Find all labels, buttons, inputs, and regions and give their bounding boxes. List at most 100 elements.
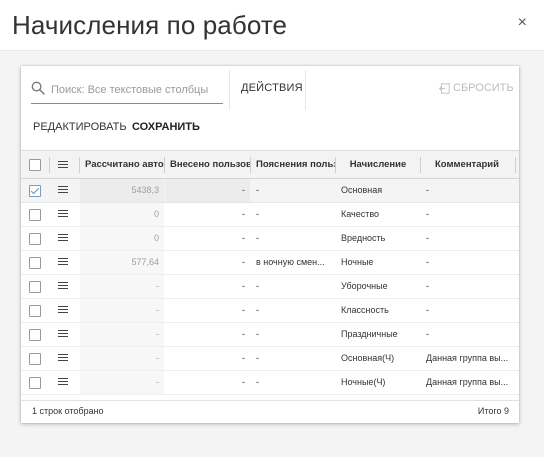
grid-cell-entered[interactable]: - (165, 275, 250, 298)
header-divider (515, 157, 516, 173)
grid-cell-comment[interactable]: - (421, 179, 519, 202)
column-header[interactable]: Пояснения пользо (251, 151, 335, 179)
toolbar-divider (305, 70, 306, 110)
grid-cell-note[interactable]: - (251, 275, 335, 298)
row-menu-icon[interactable] (58, 210, 68, 218)
data-grid: Рассчитано автом Внесено пользова Поясне… (21, 150, 519, 400)
grid-cell-entered[interactable]: - (165, 371, 250, 394)
column-header[interactable]: Начисление (336, 151, 420, 179)
table-row[interactable]: 5438,3- - Основная - (21, 179, 519, 203)
grid-cell-entered[interactable]: - (165, 299, 250, 322)
grid-cell-entered[interactable]: - (165, 227, 250, 250)
grid-cell-calc[interactable]: - (80, 299, 164, 322)
row-menu-icon[interactable] (58, 330, 68, 338)
grid-cell-note[interactable]: - (251, 347, 335, 370)
grid-cell-calc[interactable]: 5438,3 (80, 179, 164, 202)
dialog: Начисления по работе × ДЕЙСТВИЯ СБРОСИТЬ… (0, 0, 544, 457)
total-count: Итого 9 (477, 406, 509, 416)
grid-cell-calc[interactable]: 0 (80, 227, 164, 250)
grid-cell-calc[interactable]: - (80, 347, 164, 370)
column-header[interactable]: Внесено пользова (165, 151, 250, 179)
row-checkbox[interactable] (29, 377, 41, 389)
column-header[interactable]: Рассчитано автом (80, 151, 164, 179)
grid-cell-comment[interactable]: - (421, 203, 519, 226)
table-row[interactable]: - - - Праздничные - (21, 323, 519, 347)
grid-cell-accrual[interactable]: Уборочные (336, 275, 420, 298)
edit-button[interactable]: РЕДАКТИРОВАТЬ (33, 121, 127, 133)
grid-cell-note[interactable]: в ночную смен... (251, 251, 335, 274)
close-icon[interactable]: × (518, 14, 527, 32)
grid-cell-entered[interactable]: - (165, 251, 250, 274)
row-checkbox[interactable] (29, 209, 41, 221)
grid-cell-accrual[interactable]: Праздничные (336, 323, 420, 346)
save-button[interactable]: СОХРАНИТЬ (132, 121, 200, 133)
grid-cell-accrual[interactable]: Классность (336, 299, 420, 322)
row-menu-icon[interactable] (58, 258, 68, 266)
search-box[interactable] (31, 76, 223, 104)
grid-cell-accrual[interactable]: Вредность (336, 227, 420, 250)
grid-cell-calc[interactable]: 0 (80, 203, 164, 226)
grid-cell-entered[interactable]: - (165, 323, 250, 346)
grid-cell-accrual[interactable]: Качество (336, 203, 420, 226)
grid-cell-comment[interactable]: - (421, 227, 519, 250)
row-menu-icon[interactable] (58, 306, 68, 314)
row-checkbox[interactable] (29, 185, 41, 197)
table-row[interactable]: - - - Классность - (21, 299, 519, 323)
select-all-checkbox[interactable] (29, 159, 41, 171)
reset-label: СБРОСИТЬ (453, 82, 514, 94)
grid-cell-comment[interactable]: Данная группа вы... (421, 371, 519, 394)
row-checkbox[interactable] (29, 257, 41, 269)
column-menu-icon[interactable] (58, 161, 68, 169)
table-row[interactable]: 0- - Качество - (21, 203, 519, 227)
column-header[interactable]: Комментарий (421, 151, 513, 179)
grid-cell-calc[interactable]: - (80, 371, 164, 394)
grid-cell-comment[interactable]: - (421, 275, 519, 298)
grid-cell-entered[interactable]: - (165, 203, 250, 226)
grid-cell-note[interactable]: - (251, 371, 335, 394)
dialog-title: Начисления по работе (12, 10, 288, 40)
row-checkbox[interactable] (29, 281, 41, 293)
table-row[interactable]: 0- - Вредность - (21, 227, 519, 251)
grid-cell-comment[interactable]: - (421, 323, 519, 346)
row-checkbox[interactable] (29, 305, 41, 317)
grid-cell-comment[interactable]: - (421, 299, 519, 322)
grid-cell-accrual[interactable]: Основная(Ч) (336, 347, 420, 370)
row-menu-icon[interactable] (58, 234, 68, 242)
table-row[interactable]: 577,64- в ночную смен... Ночные - (21, 251, 519, 275)
grid-cell-entered[interactable]: - (165, 347, 250, 370)
grid-cell-entered[interactable]: - (165, 179, 250, 202)
grid-cell-comment[interactable]: Данная группа вы... (421, 347, 519, 370)
table-row[interactable]: - - - Основная(Ч) Данная группа вы... (21, 347, 519, 371)
grid-header: Рассчитано автом Внесено пользова Поясне… (21, 150, 519, 179)
grid-cell-calc[interactable]: 577,64 (80, 251, 164, 274)
grid-cell-calc[interactable]: - (80, 323, 164, 346)
grid-cell-comment[interactable]: - (421, 251, 519, 274)
grid-cell-calc[interactable]: - (80, 275, 164, 298)
grid-cell-accrual[interactable]: Ночные (336, 251, 420, 274)
grid-cell-accrual[interactable]: Основная (336, 179, 420, 202)
row-checkbox[interactable] (29, 233, 41, 245)
grid-cell-note[interactable]: - (251, 227, 335, 250)
grid-cell-note[interactable]: - (251, 179, 335, 202)
selected-count: 1 строк отобрано (32, 406, 104, 416)
row-menu-icon[interactable] (58, 186, 68, 194)
grid-cell-note[interactable]: - (251, 203, 335, 226)
grid-cell-note[interactable]: - (251, 299, 335, 322)
row-menu-icon[interactable] (58, 282, 68, 290)
grid-footer: 1 строк отобрано Итого 9 (21, 400, 519, 423)
row-menu-icon[interactable] (58, 354, 68, 362)
reset-icon (439, 82, 450, 94)
row-menu-icon[interactable] (58, 378, 68, 386)
grid-panel: ДЕЙСТВИЯ СБРОСИТЬ РЕДАКТИРОВАТЬ СОХРАНИТ… (21, 66, 519, 423)
table-row[interactable]: - - - Ночные(Ч) Данная группа вы... (21, 371, 519, 395)
search-icon (31, 81, 45, 95)
row-checkbox[interactable] (29, 329, 41, 341)
reset-button[interactable]: СБРОСИТЬ (439, 82, 514, 94)
actions-button[interactable]: ДЕЙСТВИЯ (241, 82, 303, 94)
search-input[interactable] (51, 80, 221, 100)
toolbar-divider (229, 70, 230, 110)
grid-cell-note[interactable]: - (251, 323, 335, 346)
table-row[interactable]: - - - Уборочные - (21, 275, 519, 299)
row-checkbox[interactable] (29, 353, 41, 365)
grid-cell-accrual[interactable]: Ночные(Ч) (336, 371, 420, 394)
